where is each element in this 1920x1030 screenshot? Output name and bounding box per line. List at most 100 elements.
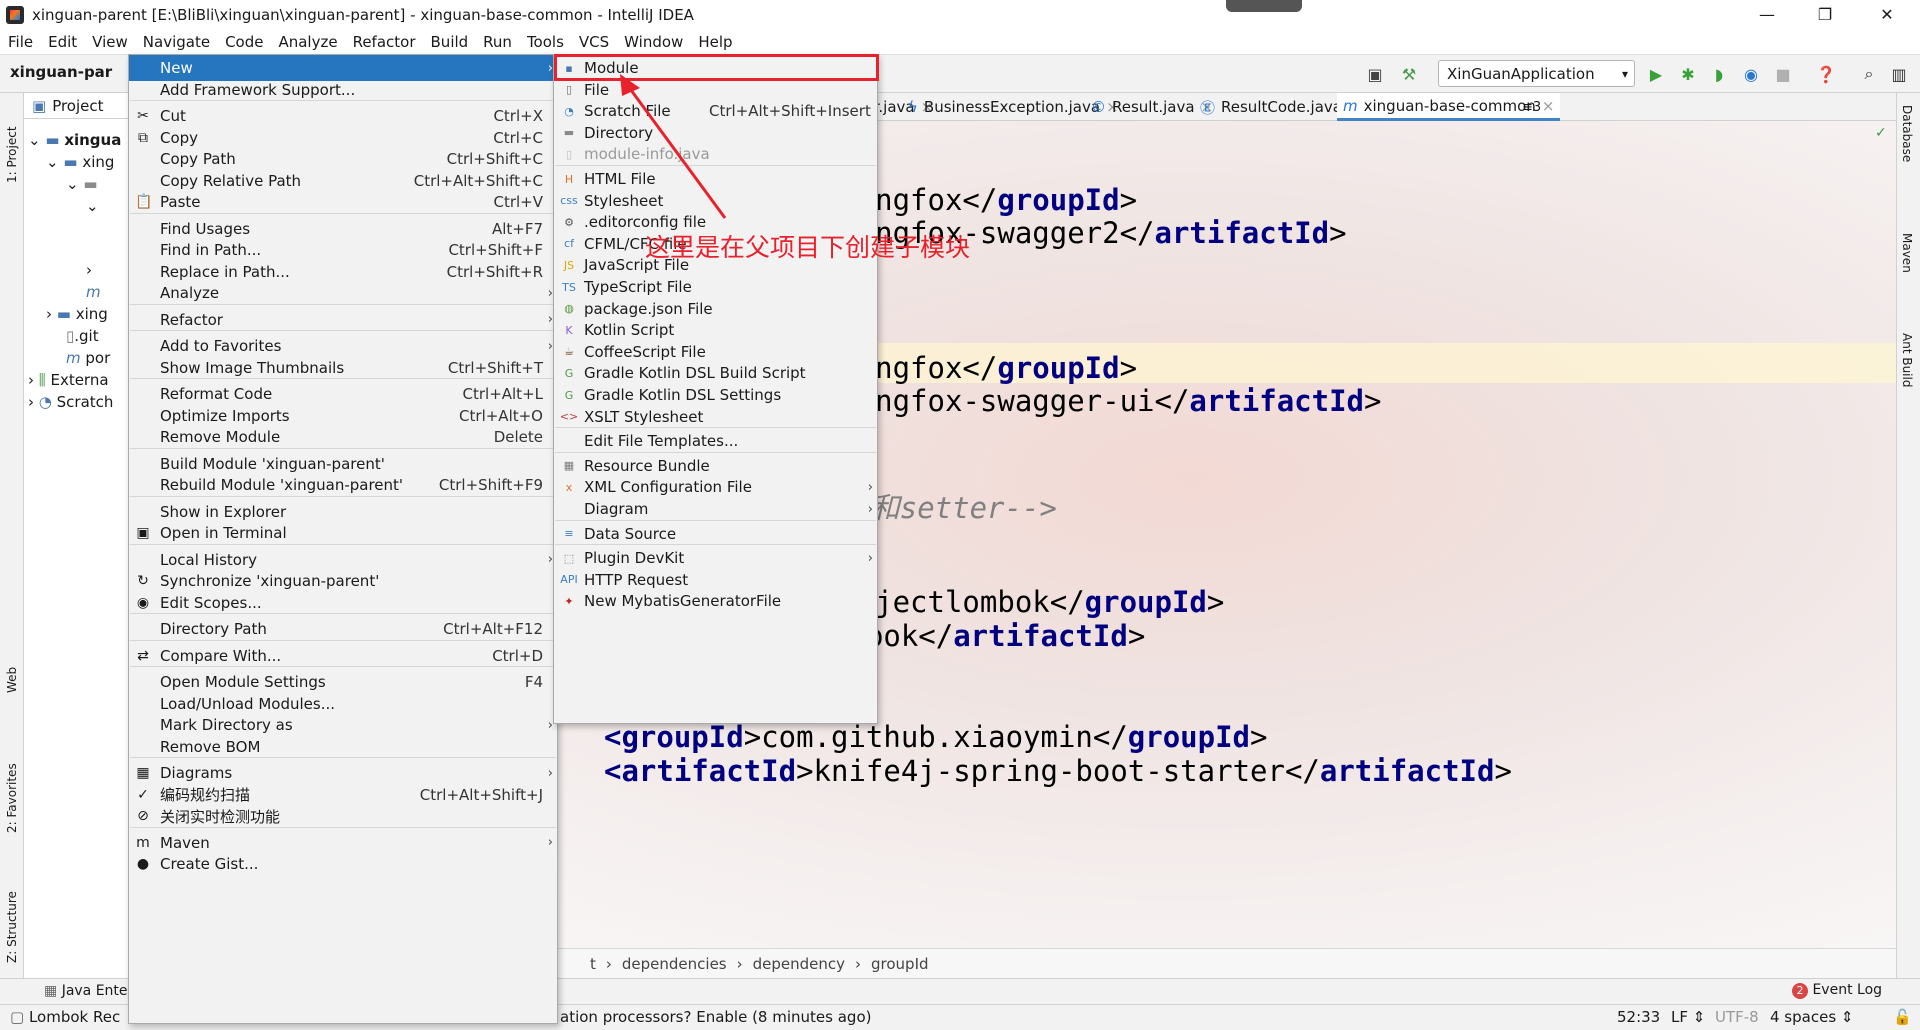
menu-item-label: Load/Unload Modules... — [160, 694, 336, 713]
tree-root[interactable]: ⌄ ▬ xingua — [28, 131, 121, 149]
ctx-item-11[interactable]: Refactor › — [129, 307, 557, 333]
window-dock-handle[interactable] — [1226, 0, 1302, 12]
help-icon[interactable]: ❓ — [1815, 63, 1837, 85]
menu-view[interactable]: View — [84, 33, 135, 51]
ctx-item-34[interactable]: ● Create Gist... — [129, 851, 557, 877]
menu-vcs[interactable]: VCS — [571, 33, 616, 51]
ctx-item-1[interactable]: Add Framework Support... — [129, 77, 557, 103]
code-token: artifactId — [621, 754, 797, 788]
breadcrumb-item[interactable]: dependencies — [622, 955, 727, 973]
file-type-icon: cf — [564, 237, 574, 251]
tree-item[interactable]: ⌄ ▬ xing — [46, 153, 114, 171]
file-encoding[interactable]: UTF-8 — [1715, 1008, 1759, 1026]
menu-item-label: Cut — [160, 107, 186, 125]
ctx-item-29[interactable]: Remove BOM — [129, 734, 557, 760]
menu-navigate[interactable]: Navigate — [135, 33, 217, 51]
run-config-select[interactable]: XinGuanApplication ▾ — [1438, 60, 1635, 87]
event-log-button[interactable]: 2 Event Log — [1792, 982, 1882, 999]
menu-item-icon: m — [136, 834, 150, 851]
menu-separator — [130, 330, 556, 331]
coverage-icon[interactable]: ◗ — [1708, 63, 1730, 85]
project-structure-icon[interactable]: ▣ — [1364, 63, 1386, 85]
tab-java-enterprise[interactable]: ▦ Java Ente — [44, 983, 128, 999]
menu-file[interactable]: File — [0, 33, 40, 51]
menu-item-shortcut: Ctrl+X — [493, 107, 543, 125]
maven-icon[interactable]: m — [86, 283, 101, 301]
tree-item[interactable]: ▯.git — [66, 327, 99, 345]
menu-item-shortcut: Ctrl+Alt+Shift+C — [413, 171, 543, 190]
menu-help[interactable]: Help — [690, 33, 739, 51]
run-config-label: XinGuanApplication — [1447, 64, 1595, 83]
project-panel-title[interactable]: Project — [52, 97, 103, 115]
lombok-status[interactable]: ▢ Lombok Rec — [10, 1008, 120, 1026]
search-icon[interactable]: ⌕ — [1858, 63, 1880, 85]
tab-structure[interactable]: Z: Structure — [2, 863, 22, 963]
minimize-button[interactable]: — — [1738, 0, 1796, 29]
tab-project[interactable]: 1: Project — [2, 103, 22, 183]
menu-item-icon: ▣ — [136, 525, 150, 541]
ctx-item-20[interactable]: ▣ Open in Terminal — [129, 520, 557, 546]
menu-code[interactable]: Code — [217, 33, 270, 51]
menu-item-label: Refactor — [160, 310, 223, 329]
new-submenu-item-17[interactable]: Edit File Templates... — [554, 428, 877, 454]
project-breadcrumb[interactable]: xinguan-par — [10, 63, 112, 81]
run-icon[interactable]: ▶ — [1645, 63, 1667, 85]
tab-maven[interactable]: Maven — [1900, 233, 1914, 273]
tree-item[interactable]: m por — [66, 349, 110, 367]
menu-item-shortcut: Ctrl+V — [493, 193, 543, 211]
breadcrumb-item[interactable]: groupId — [871, 955, 929, 973]
menu-run[interactable]: Run — [475, 33, 519, 51]
profile-icon[interactable]: ◉ — [1740, 63, 1762, 85]
code-token: < — [604, 720, 622, 754]
close-button[interactable]: ✕ — [1858, 0, 1916, 29]
project-panel: ▣ Project ⌄ ▬ xingua ⌄ ▬ xing ⌄ ▬ ⌄ › m … — [24, 93, 130, 978]
menu-analyze[interactable]: Analyze — [270, 33, 344, 51]
tab-database[interactable]: Database — [1900, 105, 1914, 162]
breadcrumb-item[interactable]: t — [590, 955, 596, 973]
tree-external-libraries[interactable]: › ⫼ Externa — [28, 371, 109, 389]
ctx-item-24[interactable]: Directory Path Ctrl+Alt+F12 — [129, 616, 557, 642]
stop-icon[interactable]: ■ — [1772, 63, 1794, 85]
new-submenu-item-24[interactable]: ✦ New MybatisGeneratorFile — [554, 588, 877, 614]
menu-item-label: Directory — [584, 123, 654, 142]
ctx-item-25[interactable]: ⇄ Compare With... Ctrl+D — [129, 643, 557, 669]
tree-scratches[interactable]: › ◔ Scratch — [28, 393, 113, 411]
new-submenu-item-20[interactable]: Diagram › — [554, 496, 877, 522]
debug-icon[interactable]: ✱ — [1677, 63, 1699, 85]
menu-edit[interactable]: Edit — [40, 33, 84, 51]
menu-build[interactable]: Build — [423, 33, 476, 51]
maximize-button[interactable]: ❐ — [1796, 0, 1854, 29]
tree-item[interactable]: › ▬ xing — [46, 305, 108, 323]
ctx-item-10[interactable]: Analyze › — [129, 280, 557, 306]
menu-item-label: package.json File — [584, 299, 713, 318]
breadcrumb-item[interactable]: dependency — [753, 955, 845, 973]
ctx-item-16[interactable]: Remove Module Delete — [129, 424, 557, 450]
indent-setting[interactable]: 4 spaces ⇕ — [1770, 1008, 1853, 1026]
tree-item[interactable]: ⌄ ▬ — [66, 175, 98, 193]
menu-refactor[interactable]: Refactor — [345, 33, 423, 51]
chevron-right-icon: › — [867, 550, 873, 566]
code-token: groupId — [1084, 585, 1207, 619]
tab-web[interactable]: Web — [2, 653, 22, 693]
ctx-item-18[interactable]: Rebuild Module 'xinguan-parent' Ctrl+Shif… — [129, 472, 557, 498]
ctx-item-13[interactable]: Show Image Thumbnails Ctrl+Shift+T — [129, 355, 557, 381]
status-message[interactable]: ation processors? Enable (8 minutes ago) — [560, 1008, 871, 1026]
lock-icon[interactable]: 🔓 — [1893, 1008, 1912, 1026]
tab-ant-build[interactable]: Ant Build — [1900, 333, 1914, 387]
build-hammer-icon[interactable]: ⚒ — [1398, 63, 1420, 85]
line-separator[interactable]: LF ⇕ — [1671, 1008, 1705, 1026]
new-submenu-item-16[interactable]: <> XSLT Stylesheet — [554, 404, 877, 430]
tree-item[interactable]: ⌄ — [86, 197, 99, 215]
ctx-item-23[interactable]: ◉ Edit Scopes... — [129, 590, 557, 616]
file-type-icon: ☕ — [564, 345, 574, 359]
settings-icon[interactable]: ▥ — [1888, 63, 1910, 85]
tree-item[interactable]: › — [86, 261, 92, 279]
tab-overflow-button[interactable]: ≡3 — [1516, 93, 1547, 121]
ctx-item-6[interactable]: 📋 Paste Ctrl+V — [129, 189, 557, 215]
menu-tools[interactable]: Tools — [519, 33, 571, 51]
menu-window[interactable]: Window — [616, 33, 690, 51]
new-submenu-item-21[interactable]: ≡ Data Source — [554, 521, 877, 547]
tab-favorites[interactable]: 2: Favorites — [2, 743, 22, 833]
caret-position[interactable]: 52:33 — [1617, 1008, 1660, 1026]
ctx-item-32[interactable]: ⊘ 关闭实时检测功能 — [129, 803, 557, 829]
